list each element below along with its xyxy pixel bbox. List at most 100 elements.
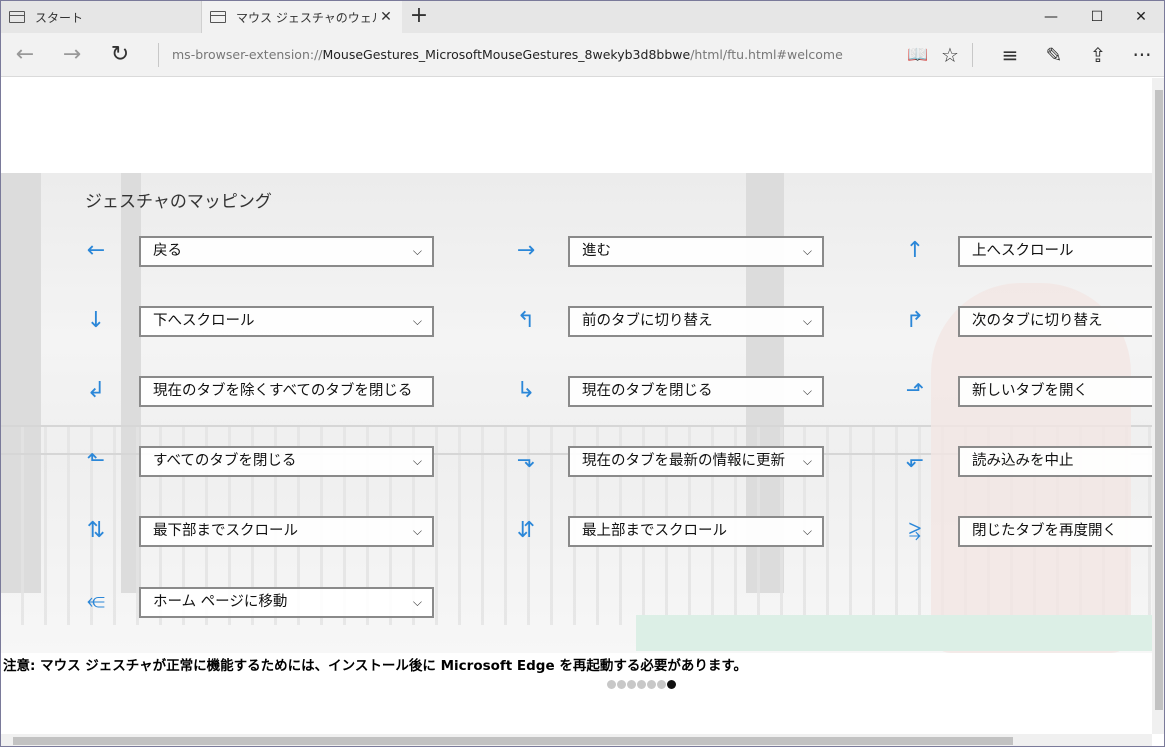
page-dot-current[interactable] xyxy=(667,680,676,689)
select-value: 前のタブに切り替え xyxy=(582,313,713,329)
new-tab-button[interactable]: + xyxy=(406,1,432,33)
url-path: /html/ftu.html#welcome xyxy=(690,47,843,62)
gesture-action-select[interactable]: 読み込みを中止 xyxy=(958,446,1152,477)
gesture-action-select[interactable]: 下へスクロール ⌵ xyxy=(139,306,434,337)
divider xyxy=(158,43,159,67)
gesture-down-arrow-icon: ↓ xyxy=(86,308,106,333)
gesture-up-left-arrow-icon: ↰ xyxy=(516,308,536,333)
gesture-action-select[interactable]: 最下部までスクロール ⌵ xyxy=(139,516,434,547)
gesture-action-select[interactable]: 次のタブに切り替え xyxy=(958,306,1152,337)
chevron-down-icon: ⌵ xyxy=(802,244,812,258)
gesture-zigzag-right-arrow-icon: ⥸ xyxy=(908,518,922,543)
more-actions-icon[interactable]: ··· xyxy=(1122,33,1162,77)
gesture-action-select[interactable]: 前のタブに切り替え ⌵ xyxy=(568,306,824,337)
gesture-up-then-right-arrow-icon: ⬑ xyxy=(86,448,106,473)
url-scheme: ms-browser-extension:// xyxy=(172,47,323,62)
select-value: 現在のタブを除くすべてのタブを閉じる xyxy=(153,383,413,399)
gesture-down-up-arrow-icon: ⇵ xyxy=(516,518,536,543)
chevron-down-icon: ⌵ xyxy=(412,244,422,258)
gesture-action-select[interactable]: 戻る ⌵ xyxy=(139,236,434,267)
select-value: 次のタブに切り替え xyxy=(972,313,1103,329)
web-note-icon[interactable]: ✎ xyxy=(1034,33,1074,77)
gesture-right-up-arrow-icon: ⬏ xyxy=(905,378,925,403)
tab-label: マウス ジェスチャのウェルカム xyxy=(236,10,376,25)
close-tab-icon[interactable]: ✕ xyxy=(376,9,396,25)
share-icon[interactable]: ⇪ xyxy=(1078,33,1118,77)
select-value: 上へスクロール xyxy=(972,243,1074,259)
gesture-zigzag-left-arrow-icon: ⥺ xyxy=(86,589,106,614)
gesture-action-select[interactable]: 進む ⌵ xyxy=(568,236,824,267)
gesture-up-arrow-icon: ↑ xyxy=(905,238,925,263)
url-host: MouseGestures_MicrosoftMouseGestures_8we… xyxy=(322,47,691,62)
tab-strip: スタート マウス ジェスチャのウェルカム ✕ + — ☐ ✕ xyxy=(1,1,1164,33)
scrollbar-thumb[interactable] xyxy=(1155,90,1163,710)
hub-icon[interactable]: ≡ xyxy=(990,33,1030,77)
tab-mouse-gestures-welcome[interactable]: マウス ジェスチャのウェルカム ✕ xyxy=(202,1,402,33)
chevron-down-icon: ⌵ xyxy=(412,524,422,538)
gesture-action-select[interactable]: 最上部までスクロール ⌵ xyxy=(568,516,824,547)
chevron-down-icon: ⌵ xyxy=(412,454,422,468)
select-value: すべてのタブを閉じる xyxy=(153,453,297,469)
restart-notice: 注意: マウス ジェスチャが正常に機能するためには、インストール後に Micro… xyxy=(3,658,747,674)
gesture-action-select[interactable]: 現在のタブを除くすべてのタブを閉じる xyxy=(139,376,434,407)
gesture-right-arrow-icon: → xyxy=(516,238,536,263)
horizontal-scrollbar[interactable] xyxy=(1,734,1152,746)
gesture-action-select[interactable]: 上へスクロール xyxy=(958,236,1152,267)
start-page-icon xyxy=(9,11,25,23)
gesture-action-select[interactable]: 現在のタブを閉じる ⌵ xyxy=(568,376,824,407)
forward-button[interactable]: → xyxy=(50,33,94,77)
maximize-button[interactable]: ☐ xyxy=(1074,1,1120,33)
minimize-button[interactable]: — xyxy=(1028,1,1074,33)
select-value: ホーム ページに移動 xyxy=(153,594,288,610)
page-dot[interactable] xyxy=(647,680,656,689)
gesture-left-then-down-arrow-icon: ⬐ xyxy=(905,448,925,473)
page-content: ジェスチャのマッピング ← 戻る ⌵ → 進む ⌵ ↑ 上へスクロール ↓ 下へ… xyxy=(1,78,1152,734)
page-icon xyxy=(210,11,226,23)
gesture-action-select[interactable]: ホーム ページに移動 ⌵ xyxy=(139,587,434,618)
chevron-down-icon: ⌵ xyxy=(802,314,812,328)
select-value: 現在のタブを最新の情報に更新 xyxy=(582,453,785,469)
vertical-scrollbar[interactable] xyxy=(1152,78,1164,734)
select-value: 戻る xyxy=(153,243,182,259)
chevron-down-icon: ⌵ xyxy=(802,384,812,398)
gesture-action-select[interactable]: すべてのタブを閉じる ⌵ xyxy=(139,446,434,477)
gesture-action-select[interactable]: 現在のタブを最新の情報に更新 ⌵ xyxy=(568,446,824,477)
refresh-button[interactable]: ↻ xyxy=(98,33,142,77)
divider xyxy=(972,43,973,67)
gesture-action-select[interactable]: 閉じたタブを再度開く xyxy=(958,516,1152,547)
select-value: 最上部までスクロール xyxy=(582,523,727,539)
gesture-down-left-arrow-icon: ↲ xyxy=(86,378,106,403)
close-window-button[interactable]: ✕ xyxy=(1118,1,1164,33)
page-dot[interactable] xyxy=(607,680,616,689)
chevron-down-icon: ⌵ xyxy=(802,524,812,538)
address-bar[interactable]: ms-browser-extension://MouseGestures_Mic… xyxy=(172,33,843,77)
page-title: ジェスチャのマッピング xyxy=(85,192,272,212)
gesture-right-then-down-arrow-icon: ⬎ xyxy=(516,448,536,473)
select-value: 下へスクロール xyxy=(153,313,255,329)
navigation-bar: ← → ↻ ms-browser-extension://MouseGestur… xyxy=(1,33,1164,77)
scrollbar-thumb[interactable] xyxy=(13,737,1013,745)
select-value: 進む xyxy=(582,243,611,259)
page-dot[interactable] xyxy=(617,680,626,689)
select-value: 現在のタブを閉じる xyxy=(582,383,713,399)
select-value: 新しいタブを開く xyxy=(972,383,1088,399)
gesture-down-right-arrow-icon: ↳ xyxy=(516,378,536,403)
page-dot[interactable] xyxy=(657,680,666,689)
select-value: 最下部までスクロール xyxy=(153,523,298,539)
back-button[interactable]: ← xyxy=(3,33,47,77)
chevron-down-icon: ⌵ xyxy=(412,595,422,609)
chevron-down-icon: ⌵ xyxy=(802,454,812,468)
browser-window: スタート マウス ジェスチャのウェルカム ✕ + — ☐ ✕ ← → ↻ ms-… xyxy=(0,0,1165,747)
gesture-up-right-arrow-icon: ↱ xyxy=(905,308,925,333)
favorite-star-icon[interactable]: ☆ xyxy=(930,33,970,77)
select-value: 読み込みを中止 xyxy=(972,453,1074,469)
tab-label: スタート xyxy=(35,10,84,25)
gesture-action-select[interactable]: 新しいタブを開く xyxy=(958,376,1152,407)
page-indicator xyxy=(607,680,677,689)
gesture-up-down-arrow-icon: ⇅ xyxy=(86,518,106,543)
select-value: 閉じたタブを再度開く xyxy=(972,523,1117,539)
page-dot[interactable] xyxy=(637,680,646,689)
tab-start[interactable]: スタート xyxy=(1,1,202,33)
page-dot[interactable] xyxy=(627,680,636,689)
chevron-down-icon: ⌵ xyxy=(412,314,422,328)
